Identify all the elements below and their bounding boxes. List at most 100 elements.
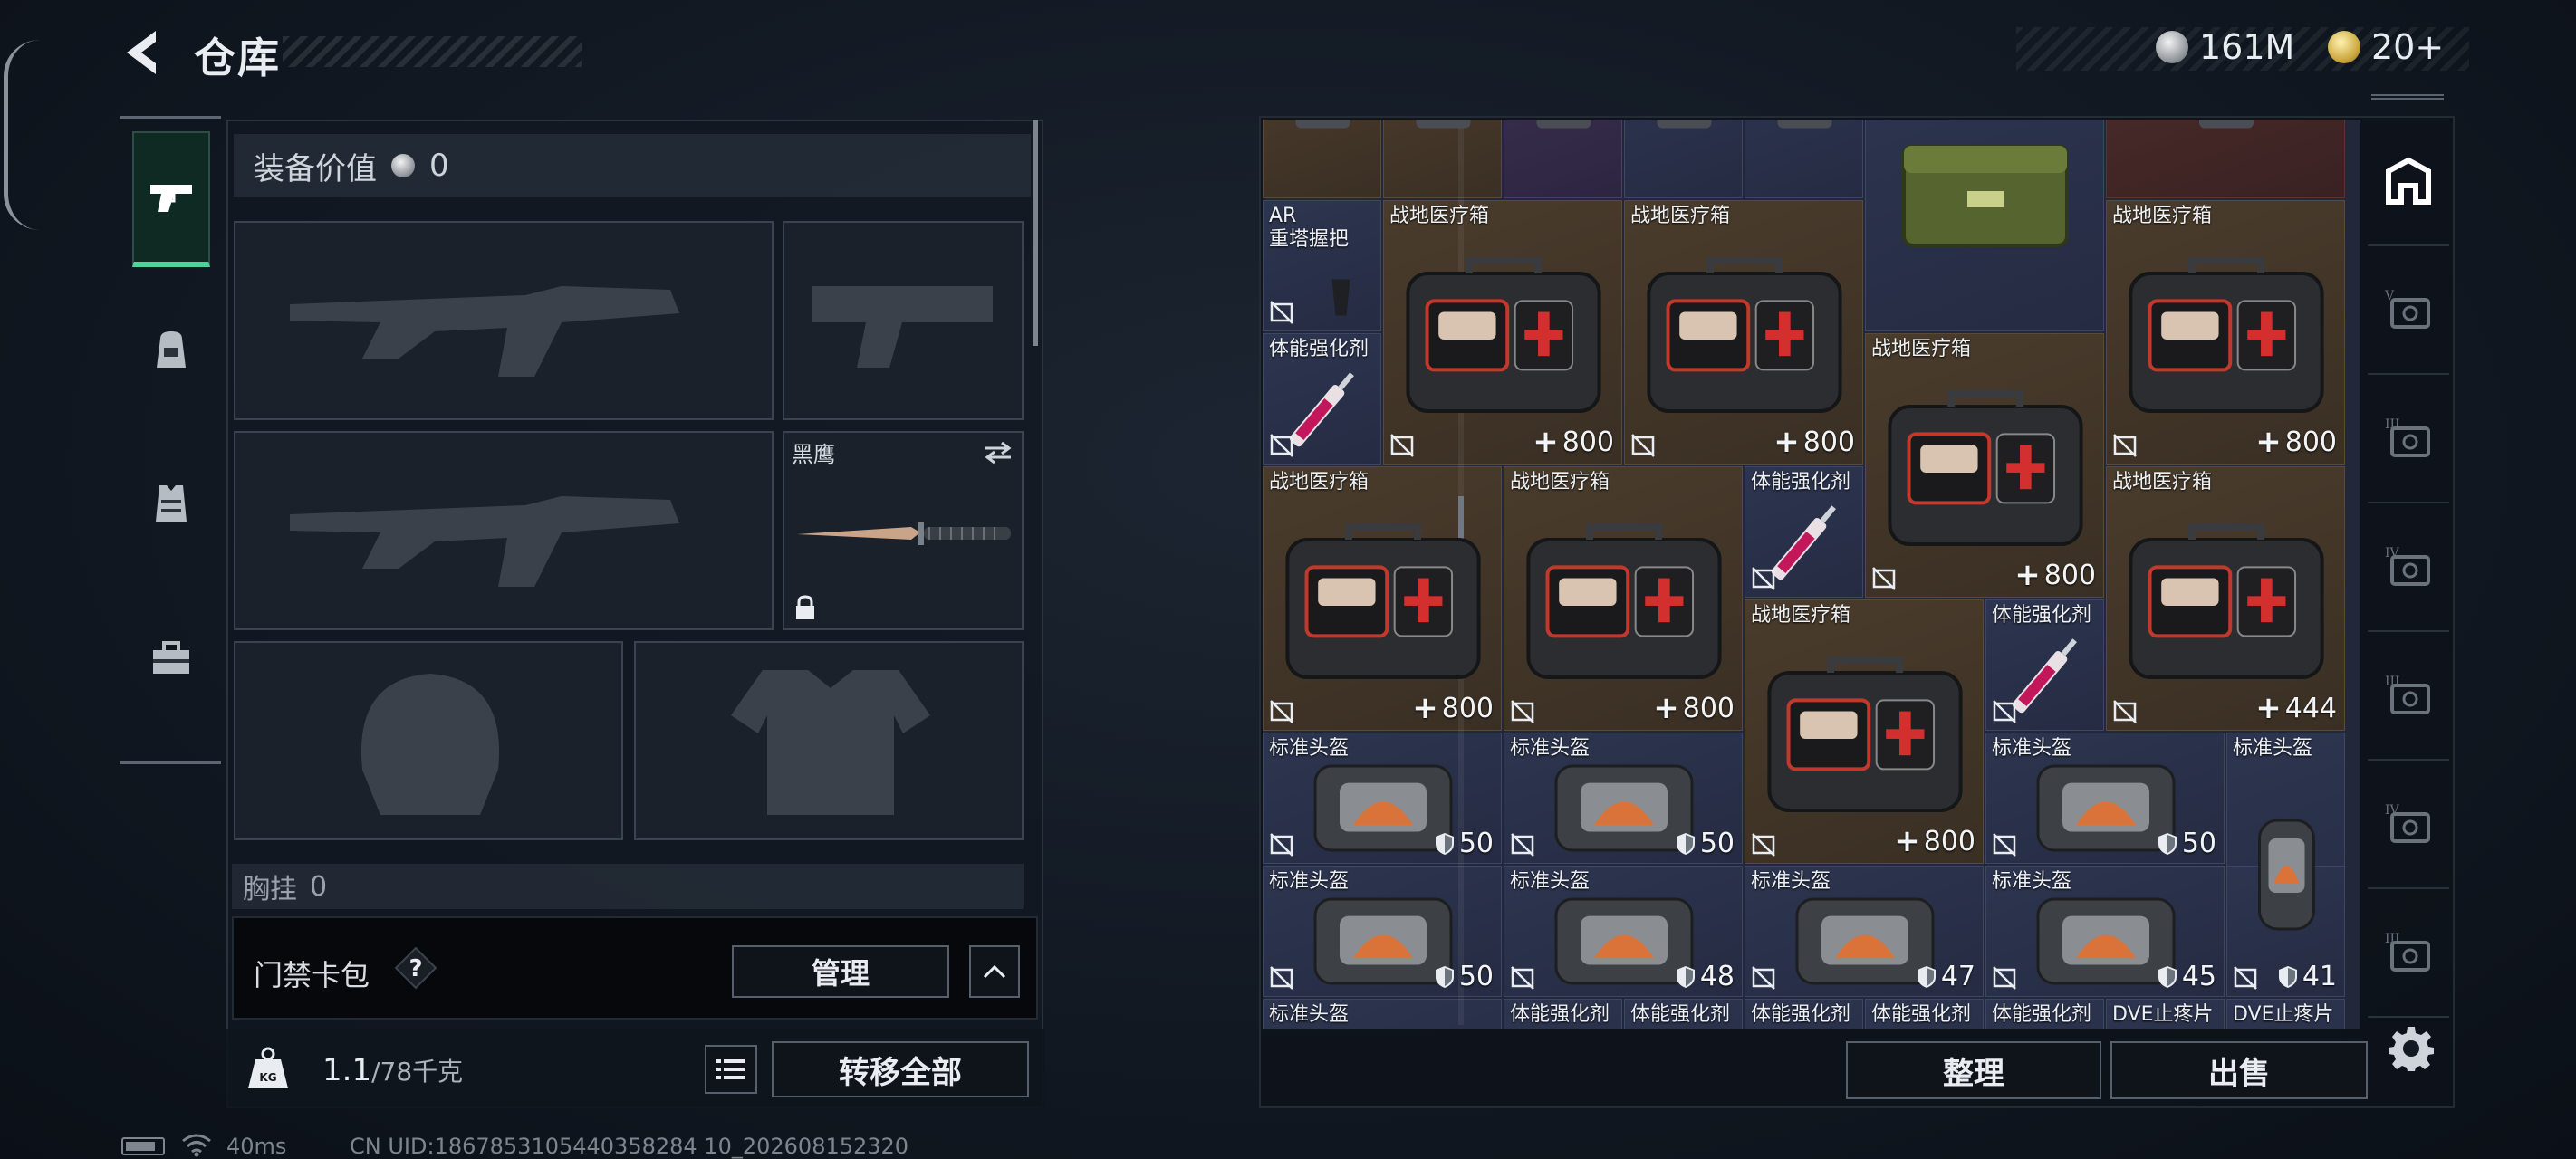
rail-category-2[interactable]: V <box>2368 248 2449 375</box>
inventory-item[interactable]: 标准头盔 <box>2226 733 2345 997</box>
inventory-item[interactable]: 战地医疗箱 +444 <box>2106 466 2345 731</box>
armor-shield-icon <box>1435 965 1454 988</box>
inventory-item[interactable]: 战地医疗箱 +800 <box>1263 466 1502 731</box>
inventory-item[interactable]: DVE止疼片5/5 <box>2226 999 2345 1029</box>
backpack-icon <box>157 331 186 368</box>
sidearm-slot[interactable] <box>783 221 1024 420</box>
collapse-button[interactable] <box>969 945 1020 998</box>
inventory-item[interactable]: AR 重塔握把 <box>1263 200 1381 331</box>
inventory-item[interactable]: 标准头盔 45 <box>1985 866 2225 997</box>
item-name: 体能强化剂 <box>1269 338 1370 360</box>
armor-slot[interactable] <box>634 641 1024 840</box>
item-value: 47 <box>1916 961 1975 992</box>
inventory-item[interactable]: 标准头盔 48 <box>1504 866 1743 997</box>
inventory-item[interactable]: 体能强化剂 <box>1985 999 2104 1029</box>
loadout-scrollbar[interactable] <box>1033 120 1038 346</box>
vest-icon <box>156 485 187 522</box>
inventory-slot[interactable] <box>2106 120 2345 198</box>
inventory-item[interactable]: 体能强化剂 <box>1263 333 1381 465</box>
inventory-item[interactable]: 标准头盔 50 <box>1985 733 2225 864</box>
rail-category-5[interactable]: III <box>2368 634 2449 761</box>
inventory-slot[interactable] <box>1865 120 2104 331</box>
tab-weapons[interactable] <box>132 131 210 267</box>
heal-plus-icon: + <box>1894 823 1920 859</box>
helmet-slot[interactable] <box>234 641 623 840</box>
no-trade-icon <box>1270 700 1293 723</box>
item-value-text: 50 <box>1458 828 1494 859</box>
inventory-item[interactable]: 标准头盔39 <box>1263 999 1502 1029</box>
item-value-text: 800 <box>2043 559 2096 591</box>
rail-category-4[interactable]: IV <box>2368 505 2449 632</box>
inventory-slot[interactable] <box>1263 120 1381 198</box>
melee-slot[interactable]: 黑鹰 <box>783 431 1024 630</box>
silver-amount: 161M <box>2199 27 2295 67</box>
helmet-image <box>2258 819 2315 931</box>
swap-icon[interactable] <box>982 440 1014 465</box>
item-name: 体能强化剂 <box>1992 1003 2092 1026</box>
knife-image <box>797 522 1011 545</box>
toolbox-icon <box>153 641 189 674</box>
inventory-item[interactable]: 体能强化剂 <box>1504 999 1622 1029</box>
secondary-weapon-slot[interactable] <box>234 431 774 630</box>
inventory-item[interactable]: 体能强化剂 <box>1865 999 1984 1029</box>
inventory-item[interactable]: 战地医疗箱 +800 <box>1383 200 1622 465</box>
item-name: 标准头盔 <box>1510 737 1591 760</box>
item-value: 50 <box>1434 961 1494 992</box>
currency-gold[interactable]: 20+ <box>2328 27 2444 67</box>
inventory-slot[interactable] <box>1745 120 1863 198</box>
help-icon[interactable]: ? <box>393 945 438 991</box>
rail-category-3[interactable]: III <box>2368 377 2449 503</box>
item-value-text: 50 <box>2181 828 2216 859</box>
gear-icon[interactable] <box>2388 1025 2435 1072</box>
no-trade-icon <box>1511 700 1534 723</box>
currency-silver[interactable]: 161M <box>2156 27 2294 67</box>
tab-vest[interactable] <box>132 436 210 571</box>
inventory-slot[interactable] <box>1383 120 1502 198</box>
weight-readout: 1.1/78千克 <box>322 1052 463 1088</box>
manage-button[interactable]: 管理 <box>732 945 949 998</box>
inventory-item[interactable]: DVE止疼片5/5 <box>2106 999 2225 1029</box>
inventory-item[interactable]: 体能强化剂 <box>1985 599 2104 731</box>
inventory-slot[interactable] <box>1624 120 1743 198</box>
list-view-button[interactable] <box>705 1045 757 1094</box>
item-value: 48 <box>1675 961 1735 992</box>
list-icon <box>716 1059 745 1079</box>
inventory-item[interactable]: 战地医疗箱 +800 <box>1865 333 2104 598</box>
back-arrow-icon[interactable] <box>120 27 165 78</box>
item-part-image <box>2199 120 2254 129</box>
title-stripe-decoration <box>283 36 582 67</box>
item-name: 体能强化剂 <box>1630 1003 1731 1026</box>
inventory-item[interactable]: 体能强化剂 <box>1624 999 1743 1029</box>
containers-icon: IV <box>2385 803 2430 843</box>
inventory-item[interactable]: 标准头盔 47 <box>1745 866 1984 997</box>
inventory-item[interactable]: 战地医疗箱 +800 <box>1745 599 1984 864</box>
sort-button[interactable]: 整理 <box>1846 1041 2101 1099</box>
rail-category-7[interactable]: III <box>2368 891 2449 1018</box>
item-name: 标准头盔 <box>1992 870 2072 893</box>
item-name: 标准头盔 <box>1751 870 1831 893</box>
inventory-item[interactable]: 战地医疗箱 +800 <box>2106 200 2345 465</box>
edge-arc-decoration <box>4 40 40 230</box>
inventory-item[interactable]: 战地医疗箱 +800 <box>1504 466 1743 731</box>
no-trade-icon <box>1270 301 1293 324</box>
inventory-slot[interactable] <box>1504 120 1622 198</box>
inventory-item[interactable]: 标准头盔 50 <box>1263 733 1502 864</box>
item-part-image <box>1777 120 1832 129</box>
inventory-item[interactable]: 标准头盔 50 <box>1263 866 1502 997</box>
armor-shield-icon <box>1676 832 1695 855</box>
inventory-item[interactable]: 战地医疗箱 +800 <box>1624 200 1863 465</box>
all-items-icon <box>2386 157 2431 205</box>
battery-icon <box>121 1137 165 1155</box>
transfer-all-button[interactable]: 转移全部 <box>772 1041 1029 1097</box>
inventory-item[interactable]: 体能强化剂 <box>1745 999 1863 1029</box>
rail-category-1[interactable] <box>2368 120 2449 246</box>
no-trade-icon <box>1752 966 1775 990</box>
tab-toolbox[interactable] <box>132 589 210 725</box>
item-value: 41 <box>2277 961 2337 992</box>
sell-button[interactable]: 出售 <box>2110 1041 2368 1099</box>
tab-backpack[interactable] <box>132 282 210 417</box>
inventory-item[interactable]: 标准头盔 50 <box>1504 733 1743 864</box>
rail-category-6[interactable]: IV <box>2368 762 2449 889</box>
primary-weapon-slot[interactable] <box>234 221 774 420</box>
inventory-item[interactable]: 体能强化剂 <box>1745 466 1863 598</box>
